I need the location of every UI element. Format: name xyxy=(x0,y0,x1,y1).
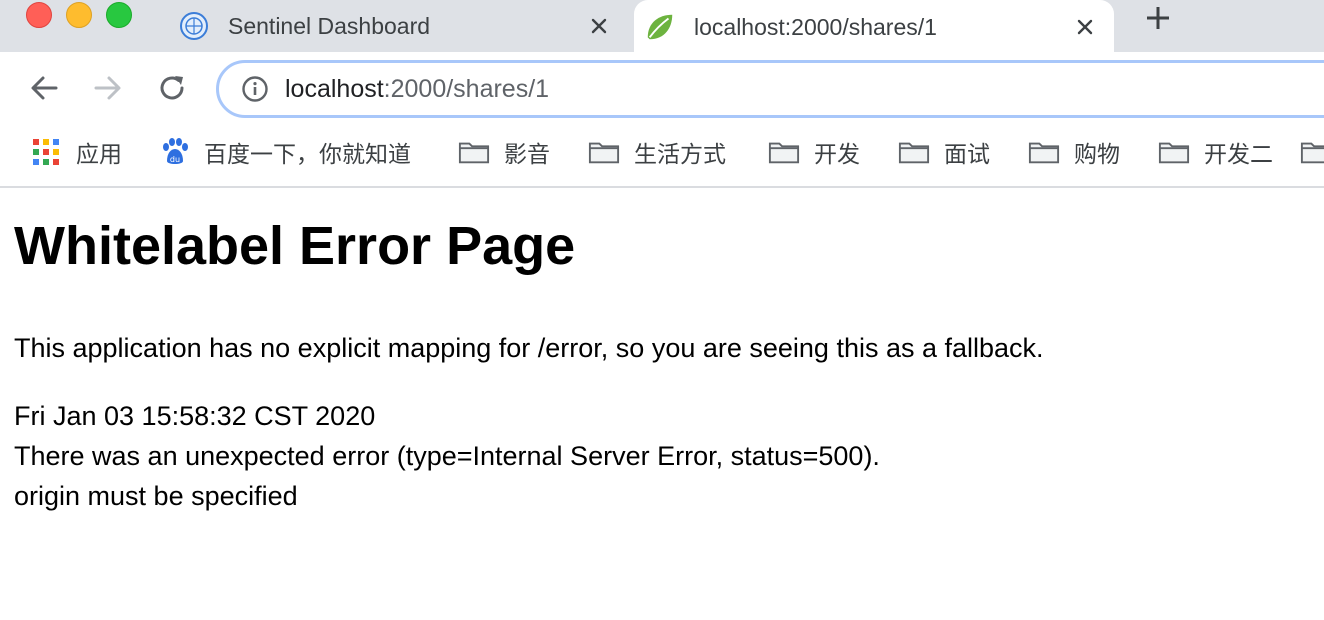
svg-text:du: du xyxy=(170,155,180,164)
page-content: Whitelabel Error Page This application h… xyxy=(14,190,1314,516)
bookmark-folder[interactable]: 开发 xyxy=(768,136,860,168)
arrow-left-icon xyxy=(31,76,58,100)
bookmark-label: 购物 xyxy=(1074,141,1120,167)
url-host: localhost xyxy=(285,74,384,103)
page-title: Whitelabel Error Page xyxy=(14,216,576,276)
error-type-status: There was an unexpected error (type=Inte… xyxy=(14,441,880,471)
folder-icon xyxy=(1158,138,1190,166)
error-message: This application has no explicit mapping… xyxy=(14,333,1044,363)
tab-title: localhost:2000/shares/1 xyxy=(694,13,937,40)
folder-icon xyxy=(588,138,620,166)
bookmark-label: 百度一下，你就知道 xyxy=(204,141,411,167)
window-zoom-button[interactable] xyxy=(106,2,132,28)
close-icon[interactable] xyxy=(582,9,616,43)
info-icon[interactable] xyxy=(239,73,271,105)
forward-button[interactable] xyxy=(88,68,128,108)
reload-button[interactable] xyxy=(152,68,192,108)
error-details: Fri Jan 03 15:58:32 CST 2020 There was a… xyxy=(14,396,1314,516)
bookmark-label: 开发二 xyxy=(1204,141,1273,167)
bookmark-label: 应用 xyxy=(76,141,122,167)
bookmark-label: 影音 xyxy=(504,141,550,167)
folder-icon xyxy=(458,138,490,166)
close-icon[interactable] xyxy=(1068,10,1102,44)
bookmarks-bar: 应用 du 百度一下，你就知道 影音 生活方式 开发 面试 购物 开发二 xyxy=(0,124,1324,188)
spring-leaf-icon xyxy=(644,11,676,43)
bookmark-apps[interactable]: 应用 xyxy=(30,136,122,168)
bookmark-label: 开发 xyxy=(814,141,860,167)
window-close-button[interactable] xyxy=(26,2,52,28)
bookmark-folder[interactable]: 生活方式 xyxy=(588,136,726,168)
bookmark-folder[interactable]: 购物 xyxy=(1028,136,1120,168)
folder-icon xyxy=(768,138,800,166)
url-text[interactable]: localhost:2000/shares/1 xyxy=(285,75,549,104)
bookmark-folder[interactable]: 影音 xyxy=(458,136,550,168)
address-bar[interactable]: localhost:2000/shares/1 xyxy=(216,60,1324,118)
folder-icon xyxy=(1028,138,1060,166)
folder-icon xyxy=(1300,138,1324,166)
browser-toolbar: localhost:2000/shares/1 xyxy=(0,52,1324,124)
bookmark-folder[interactable]: 开发二 xyxy=(1158,136,1273,168)
tab-strip: Sentinel Dashboard localhost:2000/shares… xyxy=(0,0,1324,54)
sentinel-globe-icon xyxy=(178,10,210,42)
arrow-right-icon xyxy=(94,76,121,100)
tab-title: Sentinel Dashboard xyxy=(228,12,431,39)
folder-icon xyxy=(898,138,930,166)
url-path: :2000/shares/1 xyxy=(383,74,550,103)
error-timestamp: Fri Jan 03 15:58:32 CST 2020 xyxy=(14,401,376,431)
baidu-paw-icon: du xyxy=(158,138,190,166)
plus-icon xyxy=(1147,7,1169,29)
bookmark-folder-overflow[interactable] xyxy=(1300,136,1324,168)
tab-localhost-shares[interactable]: localhost:2000/shares/1 xyxy=(634,0,1114,54)
apps-grid-icon xyxy=(30,138,62,166)
bookmark-label: 生活方式 xyxy=(634,141,726,167)
new-tab-button[interactable] xyxy=(1138,0,1178,36)
back-button[interactable] xyxy=(24,68,64,108)
window-minimize-button[interactable] xyxy=(66,2,92,28)
bookmark-baidu[interactable]: du 百度一下，你就知道 xyxy=(158,136,411,168)
bookmark-folder[interactable]: 面试 xyxy=(898,136,990,168)
reload-icon xyxy=(160,76,184,100)
bookmark-label: 面试 xyxy=(944,141,990,167)
error-detail: origin must be specified xyxy=(14,481,298,511)
tab-sentinel-dashboard[interactable]: Sentinel Dashboard xyxy=(168,0,628,52)
